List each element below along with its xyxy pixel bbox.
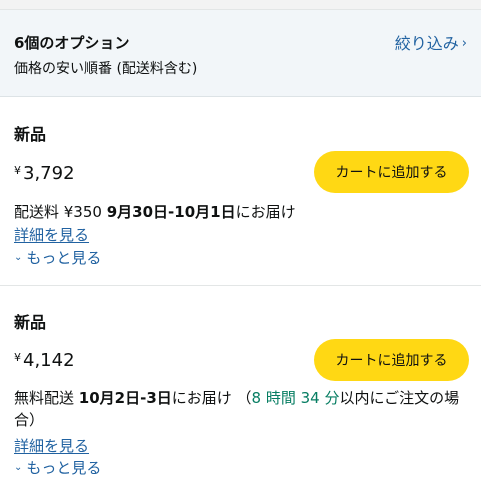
sort-order-label: 価格の安い順番 (配送料含む) bbox=[14, 61, 198, 77]
see-more-toggle[interactable]: ⌄ もっと見る bbox=[14, 458, 101, 478]
details-link[interactable]: 詳細を見る bbox=[14, 225, 89, 245]
delivery-prefix: 配送料 ¥350 bbox=[14, 203, 107, 221]
delivery-dates: 10月2日-3日 bbox=[78, 389, 172, 407]
offers-header: 6個のオプション 価格の安い順番 (配送料含む) 絞り込み › bbox=[0, 10, 481, 97]
offer-card-2: 新品 ¥ 4,142 カートに追加する 無料配送 10月2日-3日にお届け （8… bbox=[0, 286, 481, 481]
offers-count-title: 6個のオプション bbox=[14, 34, 130, 52]
chevron-down-icon: ⌄ bbox=[14, 252, 23, 263]
offers-page: 6個のオプション 価格の安い順番 (配送料含む) 絞り込み › 新品 ¥ 3,7… bbox=[0, 0, 481, 481]
price-amount: 4,142 bbox=[23, 350, 75, 371]
delivery-suffix: にお届け bbox=[235, 203, 296, 221]
order-countdown: 8 時間 34 分 bbox=[251, 389, 340, 407]
delivery-suffix: にお届け （ bbox=[171, 389, 252, 407]
delivery-prefix: 無料配送 bbox=[14, 389, 79, 407]
see-more-label: もっと見る bbox=[26, 459, 102, 477]
currency-symbol: ¥ bbox=[14, 351, 21, 364]
delivery-dates: 9月30日-10月1日 bbox=[106, 203, 236, 221]
filter-link[interactable]: 絞り込み › bbox=[395, 33, 467, 55]
chevron-down-icon: ⌄ bbox=[14, 462, 23, 473]
see-more-toggle[interactable]: ⌄ もっと見る bbox=[14, 248, 101, 268]
offer-condition: 新品 bbox=[14, 125, 47, 144]
offer-price: ¥ 4,142 bbox=[14, 349, 75, 373]
see-more-label: もっと見る bbox=[26, 249, 102, 267]
top-divider bbox=[0, 0, 481, 10]
add-to-cart-button[interactable]: カートに追加する bbox=[314, 339, 469, 381]
filter-label: 絞り込み bbox=[394, 34, 459, 53]
price-amount: 3,792 bbox=[23, 163, 75, 184]
chevron-right-icon: › bbox=[461, 36, 467, 51]
delivery-info: 無料配送 10月2日-3日にお届け （8 時間 34 分以内にご注文の場合） bbox=[14, 387, 469, 431]
offer-card-1: 新品 ¥ 3,792 カートに追加する 配送料 ¥350 9月30日-10月1日… bbox=[0, 97, 481, 285]
add-to-cart-button[interactable]: カートに追加する bbox=[314, 151, 469, 193]
offer-condition: 新品 bbox=[14, 313, 47, 332]
delivery-info: 配送料 ¥350 9月30日-10月1日にお届け bbox=[14, 201, 469, 223]
currency-symbol: ¥ bbox=[14, 164, 21, 177]
offer-price: ¥ 3,792 bbox=[14, 162, 75, 186]
details-link[interactable]: 詳細を見る bbox=[14, 436, 89, 456]
